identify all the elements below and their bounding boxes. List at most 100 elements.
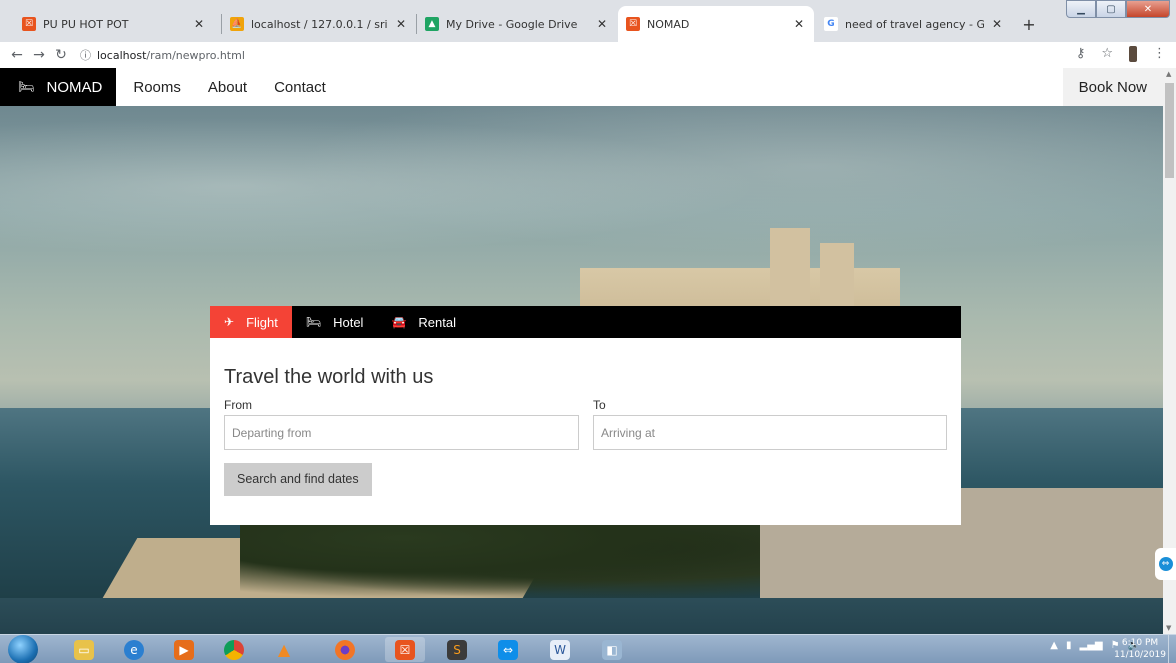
close-icon[interactable]: ✕ xyxy=(192,17,206,31)
forward-icon[interactable]: → xyxy=(28,47,50,63)
booking-card: ✈ Flight 🛏 Hotel 🚘 Rental Travel the wor… xyxy=(210,306,961,525)
browser-tab-active[interactable]: ☒ NOMAD ✕ xyxy=(618,6,814,42)
nav-about[interactable]: About xyxy=(208,79,247,96)
tab-label: Hotel xyxy=(333,314,364,330)
sublime-text-icon: S xyxy=(447,639,467,660)
word-icon: W xyxy=(550,639,570,660)
clock-date: 11/10/2019 xyxy=(1114,650,1166,660)
from-field-group: From Departing from xyxy=(224,398,579,450)
bed-icon: 🛏 xyxy=(18,79,35,94)
taskbar-sublime[interactable]: S xyxy=(437,637,477,662)
clock-time: 6:10 PM xyxy=(1121,638,1159,648)
google-drive-icon: ▲ xyxy=(425,17,439,31)
car-icon: 🚘 xyxy=(391,315,407,329)
tab-label: Flight xyxy=(246,314,278,330)
booking-fields: From Departing from To Arriving at xyxy=(224,398,947,450)
tab-title: My Drive - Google Drive xyxy=(446,17,578,31)
nav-rooms[interactable]: Rooms xyxy=(133,79,181,96)
taskbar-media[interactable]: ▶ xyxy=(164,637,204,662)
taskbar-vlc[interactable]: ▲ xyxy=(264,637,304,662)
from-label: From xyxy=(224,398,252,412)
media-player-icon: ▶ xyxy=(174,639,194,660)
close-icon[interactable]: ✕ xyxy=(394,17,408,31)
app-icon: ◧ xyxy=(602,639,622,660)
address-bar[interactable]: ⓘ localhost/ram/newpro.html xyxy=(80,47,245,63)
taskbar-ie[interactable]: e xyxy=(114,637,154,662)
taskbar-explorer[interactable]: ▭ xyxy=(64,637,104,662)
tray-expand-icon[interactable]: ▲ xyxy=(1050,640,1058,651)
folder-icon: ▭ xyxy=(74,639,94,660)
search-dates-button[interactable]: Search and find dates xyxy=(224,463,372,496)
bed-icon: 🛏 xyxy=(305,315,322,329)
taskbar-word[interactable]: W xyxy=(540,637,580,662)
taskbar-firefox[interactable] xyxy=(325,637,365,662)
to-field-group: To Arriving at xyxy=(593,398,947,450)
tab-title: PU PU HOT POT xyxy=(43,17,129,31)
show-desktop-button[interactable] xyxy=(1168,635,1176,663)
windows-taskbar: ▭ e ▶ ▲ ☒ S ⇔ W ◧ ▲ ▮ ▂▄▆ ⚑ 🔈 6:10 PM 11… xyxy=(0,634,1176,663)
tab-hotel[interactable]: 🛏 Hotel xyxy=(292,306,378,338)
from-input[interactable]: Departing from xyxy=(224,415,579,450)
to-input[interactable]: Arriving at xyxy=(593,415,947,450)
network-icon[interactable]: ▮ xyxy=(1066,640,1072,651)
tab-rental[interactable]: 🚘 Rental xyxy=(377,306,470,338)
menu-icon[interactable]: ⋮ xyxy=(1153,46,1166,62)
resort-tower xyxy=(820,243,854,308)
taskbar-clock[interactable]: 6:10 PM 11/10/2019 xyxy=(1114,637,1166,661)
teamviewer-icon: ⇔ xyxy=(498,639,518,660)
tab-title: need of travel agency - Google xyxy=(845,17,984,31)
start-button[interactable] xyxy=(8,635,38,663)
new-tab-button[interactable]: + xyxy=(1018,13,1040,35)
taskbar-app[interactable]: ◧ xyxy=(592,637,632,662)
firefox-icon xyxy=(335,639,355,660)
brand-link[interactable]: 🛏 NOMAD xyxy=(0,68,117,106)
booking-tabs: ✈ Flight 🛏 Hotel 🚘 Rental xyxy=(210,306,961,338)
xampp-icon: ☒ xyxy=(395,639,415,660)
close-icon[interactable]: ✕ xyxy=(990,17,1004,31)
browser-tab[interactable]: ▲ My Drive - Google Drive ✕ xyxy=(417,6,617,42)
book-now-button[interactable]: Book Now xyxy=(1062,68,1163,106)
window-controls: ▁ ▢ ✕ xyxy=(1066,0,1170,18)
taskbar-teamviewer[interactable]: ⇔ xyxy=(488,637,528,662)
browser-tab[interactable]: ⛵ localhost / 127.0.0.1 / srishti / fc ✕ xyxy=(222,6,416,42)
extension-icon[interactable] xyxy=(1129,46,1137,62)
close-window-button[interactable]: ✕ xyxy=(1126,0,1170,18)
google-icon: G xyxy=(824,17,838,31)
scroll-up-icon[interactable]: ▲ xyxy=(1166,70,1171,78)
url-host: localhost xyxy=(97,48,147,62)
chrome-icon xyxy=(224,639,244,660)
xampp-icon: ☒ xyxy=(626,17,640,31)
plane-icon: ✈ xyxy=(224,315,235,329)
back-icon[interactable]: ← xyxy=(6,47,28,63)
xampp-icon: ☒ xyxy=(22,17,36,31)
close-icon[interactable]: ✕ xyxy=(595,17,609,31)
key-icon[interactable]: ⚷ xyxy=(1076,46,1086,62)
tab-title: NOMAD xyxy=(647,17,690,31)
nav-contact[interactable]: Contact xyxy=(274,79,326,96)
browser-tab-strip: ☒ PU PU HOT POT ✕ ⛵ localhost / 127.0.0.… xyxy=(0,0,1176,42)
signal-icon[interactable]: ▂▄▆ xyxy=(1080,640,1103,651)
vlc-icon: ▲ xyxy=(277,640,291,659)
scroll-down-icon[interactable]: ▼ xyxy=(1166,624,1171,632)
browser-toolbar: ← → ↻ ⓘ localhost/ram/newpro.html ⚷ ☆ ⋮ xyxy=(0,42,1176,68)
taskbar-chrome[interactable] xyxy=(214,637,254,662)
scrollbar-thumb[interactable] xyxy=(1165,83,1174,178)
browser-tab[interactable]: ☒ PU PU HOT POT ✕ xyxy=(14,6,214,42)
tab-title: localhost / 127.0.0.1 / srishti / fc xyxy=(251,17,388,31)
reload-icon[interactable]: ↻ xyxy=(50,47,72,63)
plus-icon: + xyxy=(1022,14,1036,34)
maximize-button[interactable]: ▢ xyxy=(1096,0,1126,18)
toolbar-actions: ⚷ ☆ ⋮ xyxy=(1076,46,1166,62)
taskbar-xampp[interactable]: ☒ xyxy=(385,637,425,662)
star-icon[interactable]: ☆ xyxy=(1101,46,1113,62)
tab-label: Rental xyxy=(418,314,456,330)
to-label: To xyxy=(593,398,606,412)
tab-flight[interactable]: ✈ Flight xyxy=(210,306,292,338)
close-icon[interactable]: ✕ xyxy=(792,17,806,31)
brand-name: NOMAD xyxy=(46,78,103,96)
site-navbar: 🛏 NOMAD Rooms About Contact Book Now xyxy=(0,68,1163,106)
browser-tab[interactable]: G need of travel agency - Google ✕ xyxy=(816,6,1012,42)
info-icon[interactable]: ⓘ xyxy=(80,47,91,63)
teamviewer-widget[interactable]: ⇔ xyxy=(1155,548,1176,580)
minimize-button[interactable]: ▁ xyxy=(1066,0,1096,18)
